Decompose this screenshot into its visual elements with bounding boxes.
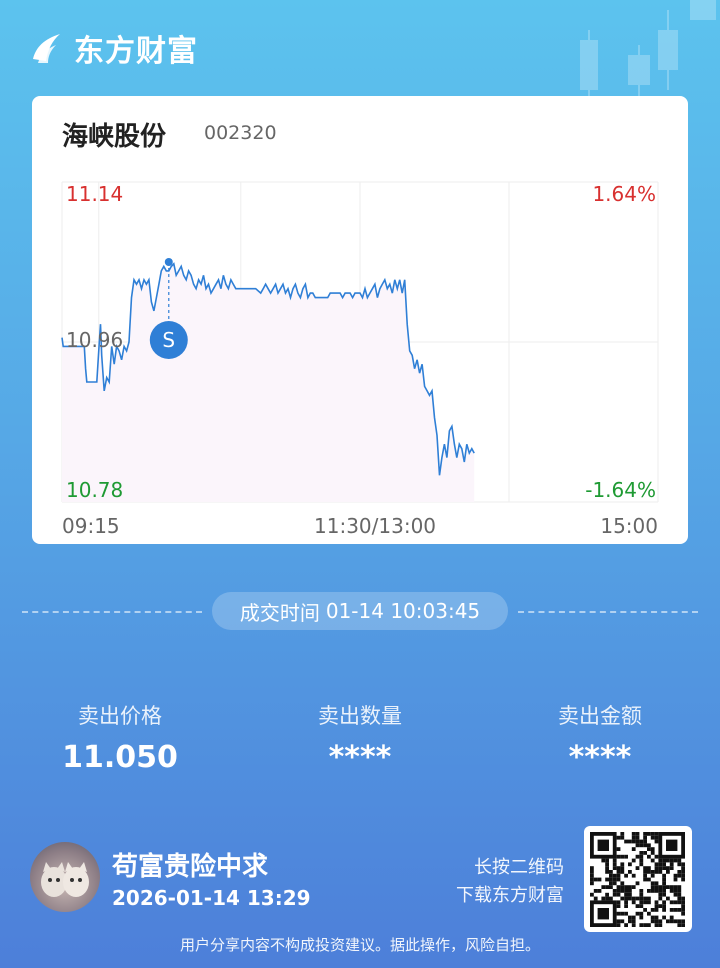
share-time: 2026-01-14 13:29 (112, 886, 311, 910)
price-area-fill (62, 263, 475, 502)
x-tick-start: 09:15 (62, 514, 120, 538)
stat-value: **** (568, 740, 632, 775)
x-tick-end: 15:00 (600, 514, 658, 538)
y-pct-low: -1.64% (585, 478, 656, 502)
trade-time-label: 成交时间 (239, 600, 320, 625)
qr-tip: 长按二维码 下载东方财富 (456, 854, 564, 910)
stat-label: 卖出价格 (78, 704, 162, 728)
y-tick-high: 11.14 (66, 182, 124, 206)
dash-right (518, 611, 698, 613)
decorative-candles (580, 0, 716, 100)
dash-left (22, 611, 202, 613)
y-tick-low: 10.78 (66, 478, 124, 502)
qr-code-icon (590, 832, 685, 927)
brand-name: 东方财富 (74, 34, 198, 69)
x-tick-mid: 11:30/13:00 (314, 514, 437, 538)
trade-time-divider: 成交时间 01-14 10:03:45 (22, 592, 698, 632)
stat-value: **** (328, 740, 392, 775)
brand-logo: 东方财富 (28, 26, 198, 70)
avatar[interactable] (30, 842, 100, 912)
eastmoney-logo-icon (33, 34, 60, 63)
stat-sell-quantity: 卖出数量 **** (240, 700, 480, 775)
disclaimer: 用户分享内容不构成投资建议。据此操作，风险自担。 (179, 936, 540, 954)
trade-time-value: 01-14 10:03:45 (325, 599, 481, 623)
avatar-image (41, 862, 89, 897)
marker-label: S (162, 328, 175, 352)
stat-label: 卖出金额 (558, 704, 642, 728)
stat-sell-price: 卖出价格 11.050 (0, 700, 240, 775)
qr-tip-line2: 下载东方财富 (456, 885, 564, 906)
qr-code[interactable] (584, 826, 692, 932)
stat-label: 卖出数量 (318, 704, 402, 728)
stat-value: 11.050 (62, 740, 178, 775)
y-pct-high: 1.64% (592, 182, 656, 206)
stock-chart-card: 海峡股份 002320 S 11.14 10.96 10.78 1.64% -1… (32, 96, 688, 544)
intraday-chart[interactable]: S (32, 96, 688, 544)
trade-time-pill: 成交时间 01-14 10:03:45 (212, 592, 508, 630)
stat-sell-amount: 卖出金额 **** (480, 700, 720, 775)
qr-tip-line1: 长按二维码 (474, 857, 564, 878)
y-tick-mid: 10.96 (66, 328, 124, 352)
user-name: 苟富贵险中求 (112, 852, 269, 882)
